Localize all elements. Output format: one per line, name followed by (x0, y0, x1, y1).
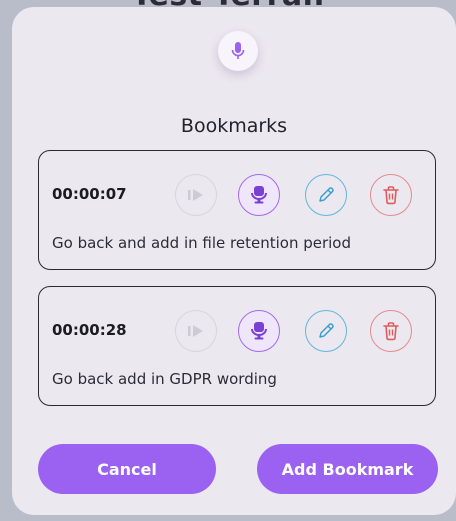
add-bookmark-button[interactable]: Add Bookmark (257, 444, 438, 494)
dialog-title: Bookmarks (180, 115, 288, 137)
delete-button[interactable] (370, 310, 412, 352)
cancel-button[interactable]: Cancel (38, 444, 216, 494)
bookmark-timestamp: 00:00:28 (52, 321, 127, 339)
bookmark-card: 00:00:28 Go back add in GDPR wording (38, 286, 436, 406)
edit-button[interactable] (305, 174, 347, 216)
dialog-header-badge (218, 31, 258, 71)
play-icon (188, 325, 203, 337)
pencil-icon (319, 187, 334, 202)
delete-button[interactable] (370, 174, 412, 216)
bookmark-card: 00:00:07 Go back and add in file retenti… (38, 150, 436, 270)
play-button[interactable] (175, 310, 217, 352)
pencil-icon (319, 323, 334, 338)
play-button[interactable] (175, 174, 217, 216)
bookmark-note: Go back and add in file retention period (52, 234, 351, 252)
bookmark-note: Go back add in GDPR wording (52, 370, 277, 388)
bookmark-timestamp: 00:00:07 (52, 185, 127, 203)
record-button[interactable] (238, 310, 280, 352)
microphone-icon (251, 322, 267, 340)
microphone-icon (231, 42, 245, 59)
edit-button[interactable] (305, 310, 347, 352)
trash-icon (383, 186, 399, 205)
microphone-icon (251, 186, 267, 204)
play-icon (188, 189, 203, 201)
bookmarks-dialog: Bookmarks 00:00:07 Go back and add in fi… (12, 7, 456, 515)
trash-icon (383, 322, 399, 341)
record-button[interactable] (238, 174, 280, 216)
